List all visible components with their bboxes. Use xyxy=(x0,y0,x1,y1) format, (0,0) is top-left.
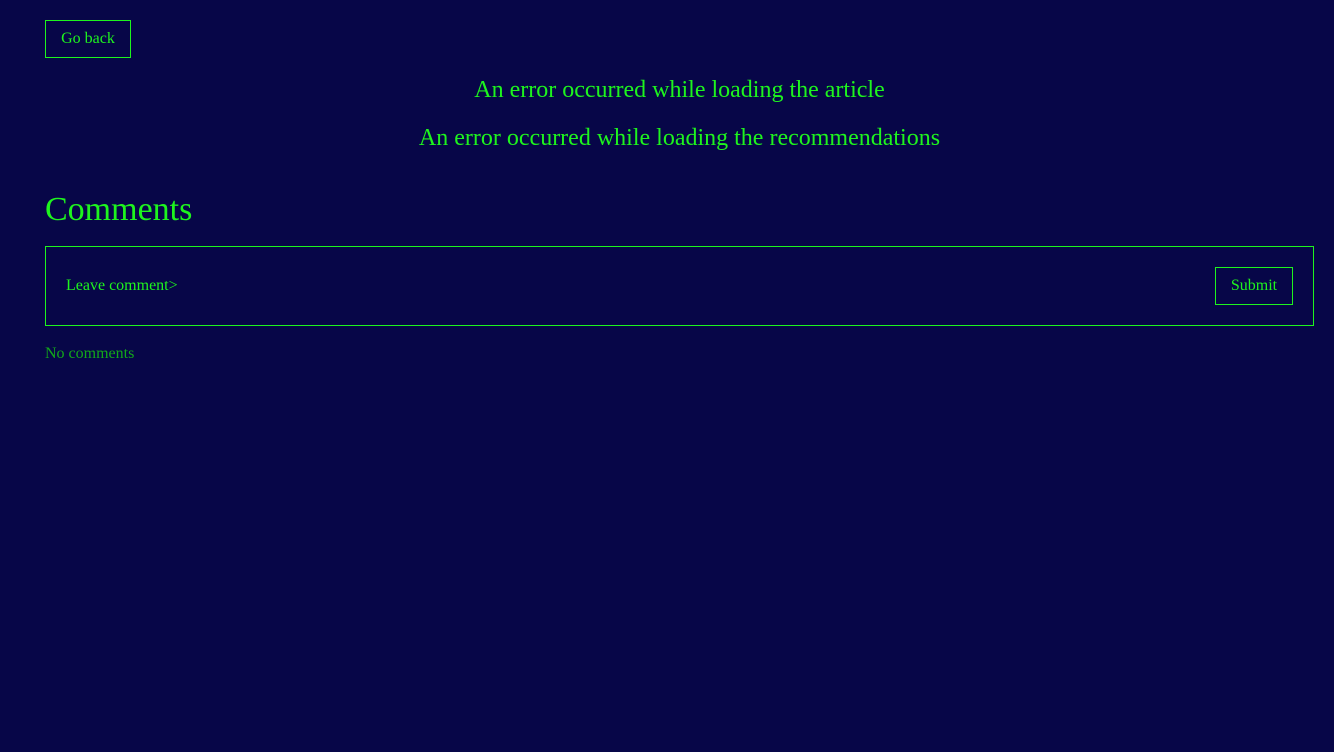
submit-comment-button[interactable]: Submit xyxy=(1215,267,1293,305)
comment-form: Submit xyxy=(45,246,1314,326)
comment-input[interactable] xyxy=(66,273,1166,299)
comments-heading: Comments xyxy=(45,191,193,228)
go-back-button[interactable]: Go back xyxy=(45,20,131,58)
recommendations-error-message: An error occurred while loading the reco… xyxy=(418,125,941,151)
article-page: Go back An error occurred while loading … xyxy=(0,0,1334,752)
no-comments-text: No comments xyxy=(45,345,135,362)
article-error-message: An error occurred while loading the arti… xyxy=(474,77,885,103)
